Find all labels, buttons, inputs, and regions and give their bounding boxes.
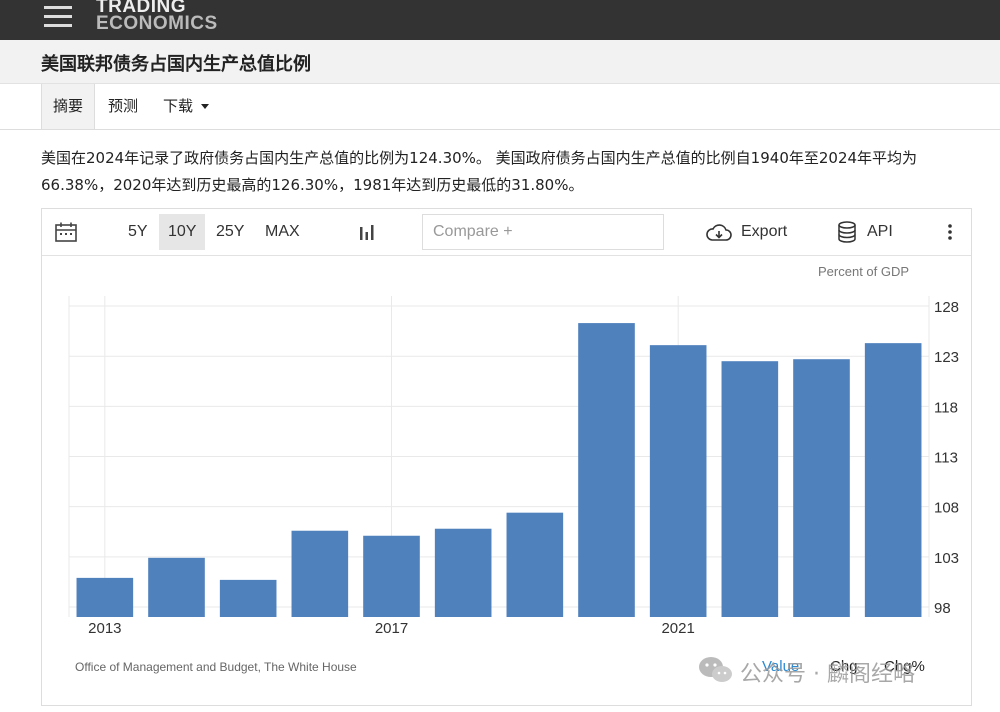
x-tick-label: 2017 (375, 620, 408, 637)
x-tick-label: 2021 (661, 620, 694, 637)
bar-2014 (148, 557, 205, 617)
bar-2017 (363, 535, 420, 617)
y-tick-label: 113 (934, 450, 958, 467)
y-tick-label: 98 (934, 600, 951, 617)
bar-2018 (434, 528, 492, 617)
debt-to-gdp-bar-chart: 98 103 108 113 118 123 128 2013 2017 2021 (68, 296, 959, 637)
bar-2015 (219, 579, 277, 617)
bar-2022 (721, 361, 779, 617)
x-tick-label: 2013 (88, 620, 121, 637)
bar-2024 (864, 343, 922, 617)
y-tick-label: 118 (934, 399, 958, 416)
y-tick-label: 123 (934, 349, 959, 366)
bar-2013 (76, 577, 134, 617)
bar-2021 (649, 345, 707, 617)
watermark-text: 公众号 · 麟阁经略 (740, 662, 915, 687)
bar-2019 (506, 512, 564, 617)
y-tick-label: 108 (934, 500, 959, 517)
y-tick-label: 103 (934, 550, 959, 567)
bar-2023 (793, 359, 850, 617)
bar-2020 (578, 323, 635, 617)
bar-2016 (291, 530, 349, 617)
chart-source: Office of Management and Budget, The Whi… (75, 660, 357, 674)
wechat-icon (699, 657, 732, 682)
y-tick-label: 128 (934, 299, 959, 316)
